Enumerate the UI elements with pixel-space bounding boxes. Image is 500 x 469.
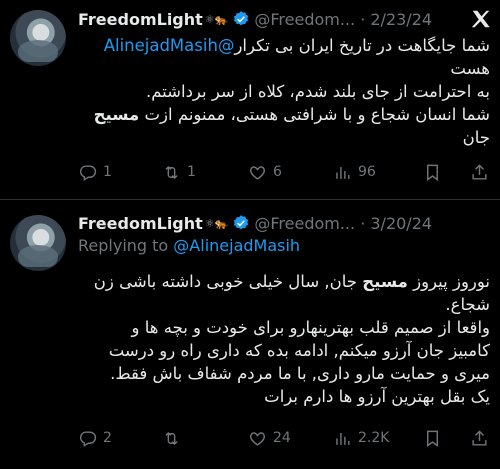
author-handle[interactable]: @Freedom... xyxy=(254,214,355,233)
tweet-text-line: یک بقل بهترین آرزو ها دارم برات xyxy=(264,387,490,406)
views-button[interactable]: 96 xyxy=(333,163,376,182)
separator: · xyxy=(355,213,371,233)
tweet-text-line: جان, سال خیلی خوبی داشته باشی زن xyxy=(93,272,363,291)
avatar[interactable] xyxy=(10,215,66,271)
share-button[interactable] xyxy=(470,429,489,448)
name-emoji: ⚛🐅 xyxy=(204,12,229,26)
reply-button[interactable]: 2 xyxy=(78,429,112,448)
tweet-header: FreedomLight ⚛🐅 @Freedom... · 3/20/24 xyxy=(78,212,498,234)
retweet-icon xyxy=(165,165,178,179)
tweet-1[interactable]: FreedomLight ⚛🐅 @Freedom... · 2/23/24 شم… xyxy=(0,0,500,200)
reply-count: 1 xyxy=(103,164,112,180)
share-icon xyxy=(472,429,487,446)
tweet-text-line: شما انسان شجاع و با شرافتی هستی، ممنونم … xyxy=(139,105,491,124)
replying-to-link[interactable]: @AlinejadMasih xyxy=(173,236,300,255)
retweet-button[interactable]: 1 xyxy=(162,163,196,182)
author-name[interactable]: FreedomLight xyxy=(78,214,203,233)
author-name[interactable]: FreedomLight xyxy=(78,10,203,29)
tweet-text-line: به احترامت از جای بلند شدم، کلاه از سر ب… xyxy=(145,82,490,101)
x-logo-icon xyxy=(470,8,492,36)
bookmark-icon xyxy=(427,430,438,447)
like-count: 6 xyxy=(273,164,282,180)
author-handle[interactable]: @Freedom... xyxy=(254,10,355,29)
verified-badge-icon xyxy=(234,11,249,26)
share-button[interactable] xyxy=(470,163,489,182)
tweet-text-line: شجاع. xyxy=(445,295,490,314)
action-bar: 2 24 2.2K xyxy=(78,426,498,450)
like-button[interactable]: 6 xyxy=(248,163,282,182)
tweet-text-line: واقعا از صمیم قلب بهترینهارو برای خودت و… xyxy=(131,318,490,337)
tweet-header: FreedomLight ⚛🐅 @Freedom... · 2/23/24 xyxy=(78,8,498,30)
tweet-text: نوروز پیروز مسیح جان, سال خیلی خوبی داشت… xyxy=(78,270,490,408)
tweet-date[interactable]: 3/20/24 xyxy=(370,214,432,233)
views-icon xyxy=(336,166,350,179)
retweet-count: 1 xyxy=(187,164,196,180)
bookmark-button[interactable] xyxy=(423,163,442,182)
tweet-text: شما جایگاهت در تاریخ ایران بی تکرار@Alin… xyxy=(78,34,490,149)
separator: · xyxy=(355,9,371,29)
action-bar: 1 1 6 96 xyxy=(78,160,498,184)
retweet-icon xyxy=(165,431,178,445)
reply-icon xyxy=(79,430,97,447)
tweet-text-line: کامبیز جان آرزو میکنم, ادامه بده که داری… xyxy=(108,341,490,360)
tweet-text-line: میری و حمایت مارو داری, با ما مردم شفاف … xyxy=(110,364,490,383)
retweet-button[interactable] xyxy=(162,429,187,448)
tweet-text-line: نوروز پیروز xyxy=(407,272,490,291)
tweet-text-line: شما جایگاهت در تاریخ ایران بی تکرار xyxy=(234,36,490,55)
bold-text: مسیح xyxy=(93,105,140,124)
bookmark-button[interactable] xyxy=(423,429,442,448)
verified-badge-icon xyxy=(234,215,249,230)
heart-icon xyxy=(250,165,265,180)
replying-to: Replying to @AlinejadMasih xyxy=(78,236,300,255)
tweet-date[interactable]: 2/23/24 xyxy=(370,10,432,29)
view-count: 2.2K xyxy=(358,430,390,446)
bold-text: مسیح xyxy=(362,272,408,291)
avatar[interactable] xyxy=(10,10,66,66)
reply-button[interactable]: 1 xyxy=(78,163,112,182)
tweet-text-line: جان xyxy=(462,128,490,147)
mention-link[interactable]: @AlinejadMasih xyxy=(104,36,235,55)
tweet-2[interactable]: FreedomLight ⚛🐅 @Freedom... · 3/20/24 Re… xyxy=(0,200,500,469)
bookmark-icon xyxy=(427,164,438,181)
tweet-text-line: هست xyxy=(450,59,490,78)
share-icon xyxy=(472,163,487,180)
views-icon xyxy=(336,432,350,445)
like-button[interactable]: 24 xyxy=(248,429,291,448)
reply-count: 2 xyxy=(103,430,112,446)
view-count: 96 xyxy=(358,164,376,180)
replying-to-label: Replying to xyxy=(78,236,174,255)
heart-icon xyxy=(250,431,265,446)
name-emoji: ⚛🐅 xyxy=(204,216,229,230)
views-button[interactable]: 2.2K xyxy=(333,429,389,448)
reply-icon xyxy=(79,164,97,181)
like-count: 24 xyxy=(273,430,291,446)
